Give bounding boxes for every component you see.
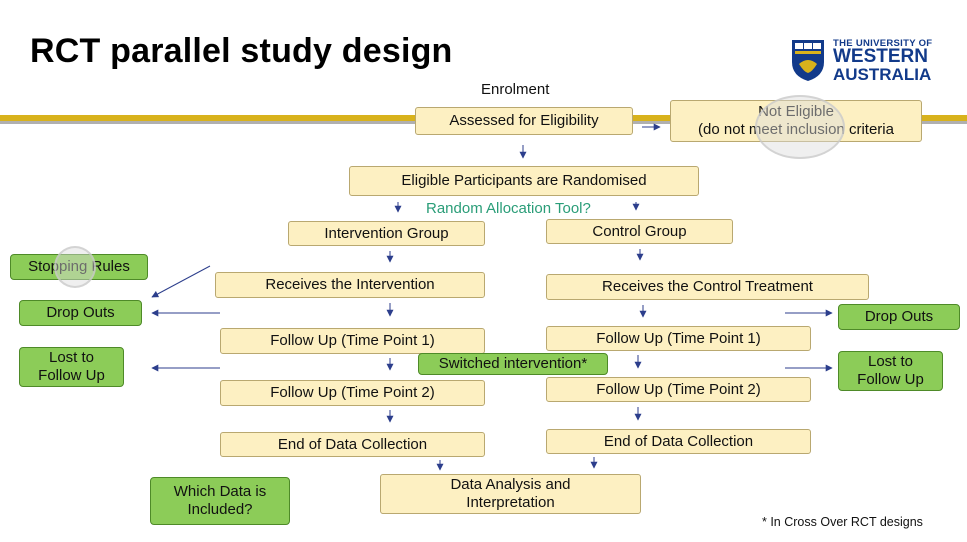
receives-control-box: Receives the Control Treatment xyxy=(546,274,869,300)
receives-control-text: Receives the Control Treatment xyxy=(602,278,813,295)
follow-up-1-left-text: Follow Up (Time Point 1) xyxy=(270,332,435,349)
randomised-box: Eligible Participants are Randomised xyxy=(349,166,699,196)
follow-up-2-right-box: Follow Up (Time Point 2) xyxy=(546,377,811,402)
logo-line-3: AUSTRALIA xyxy=(833,65,932,84)
watermark-circle-small xyxy=(54,246,96,288)
end-collection-left-text: End of Data Collection xyxy=(277,435,428,453)
switched-intervention-box: Switched intervention* xyxy=(418,353,608,375)
drop-outs-right-text: Drop Outs xyxy=(864,308,934,325)
assessed-eligibility-text: Assessed for Eligibility xyxy=(449,112,599,129)
lost-follow-up-left-line-1: Lost to xyxy=(48,349,95,366)
follow-up-2-left-text: Follow Up (Time Point 2) xyxy=(270,384,435,401)
which-data-box: Which Data is Included? xyxy=(150,477,290,525)
data-analysis-line-2: Interpretation xyxy=(466,494,555,511)
university-logo: THE UNIVERSITY OF WESTERN AUSTRALIA xyxy=(790,36,940,86)
crest-icon xyxy=(792,40,824,81)
control-group-text: Control Group xyxy=(592,222,687,240)
watermark-circle xyxy=(755,95,845,159)
follow-up-2-right-text: Follow Up (Time Point 2) xyxy=(596,380,761,398)
follow-up-1-right-box: Follow Up (Time Point 1) xyxy=(546,326,811,351)
which-data-line-2: Included? xyxy=(187,501,253,518)
intervention-group-text: Intervention Group xyxy=(324,224,449,242)
slide: RCT parallel study design THE UNIVERSITY… xyxy=(0,0,967,542)
randomised-text: Eligible Participants are Randomised xyxy=(401,172,647,189)
assessed-eligibility-box: Assessed for Eligibility xyxy=(415,107,633,135)
which-data-line-1: Which Data is xyxy=(173,483,267,500)
lost-follow-up-left-line-2: Follow Up xyxy=(38,367,105,384)
follow-up-2-left-box: Follow Up (Time Point 2) xyxy=(220,380,485,406)
data-analysis-box: Data Analysis and Interpretation xyxy=(380,474,641,514)
random-allocation-label: Random Allocation Tool? xyxy=(426,200,591,217)
lost-follow-up-right-line-2: Follow Up xyxy=(857,371,924,388)
end-collection-left-box: End of Data Collection xyxy=(220,432,485,457)
receives-intervention-box: Receives the Intervention xyxy=(215,272,485,298)
drop-outs-left-box: Drop Outs xyxy=(19,300,142,326)
lost-follow-up-right-box: Lost to Follow Up xyxy=(838,351,943,391)
switched-intervention-text: Switched intervention* xyxy=(438,355,588,372)
end-collection-right-text: End of Data Collection xyxy=(603,432,754,450)
lost-follow-up-right-line-1: Lost to xyxy=(867,353,914,370)
follow-up-1-right-text: Follow Up (Time Point 1) xyxy=(596,329,761,347)
enrolment-label: Enrolment xyxy=(481,81,550,98)
page-title: RCT parallel study design xyxy=(30,32,453,70)
control-group-box: Control Group xyxy=(546,219,733,244)
intervention-group-box: Intervention Group xyxy=(288,221,485,246)
receives-intervention-text: Receives the Intervention xyxy=(265,276,435,293)
follow-up-1-left-box: Follow Up (Time Point 1) xyxy=(220,328,485,354)
logo-line-2: WESTERN xyxy=(833,46,928,67)
end-collection-right-box: End of Data Collection xyxy=(546,429,811,454)
drop-outs-right-box: Drop Outs xyxy=(838,304,960,330)
drop-outs-left-text: Drop Outs xyxy=(46,304,115,321)
lost-follow-up-left-box: Lost to Follow Up xyxy=(19,347,124,387)
footnote: * In Cross Over RCT designs xyxy=(762,515,923,529)
data-analysis-line-1: Data Analysis and xyxy=(450,476,571,493)
